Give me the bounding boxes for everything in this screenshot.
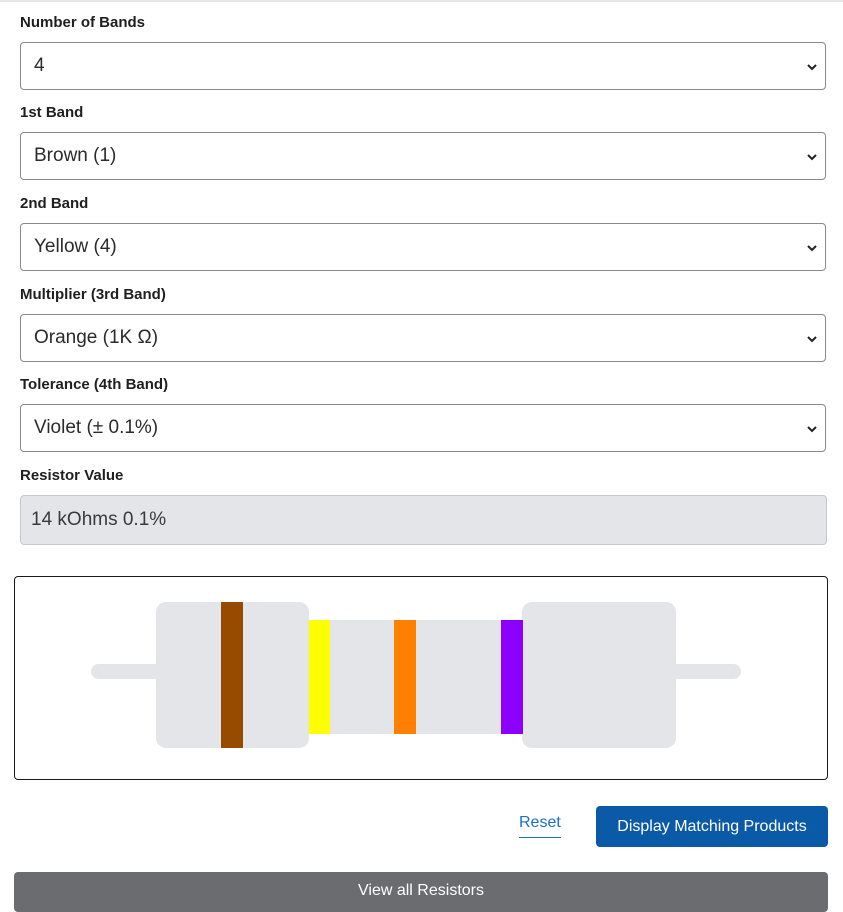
number-of-bands-label: Number of Bands [20, 14, 146, 31]
tolerance-stripe [501, 620, 523, 734]
resistor-value-field: 14 kOhms 0.1% [20, 495, 827, 545]
multiplier-label: Multiplier (3rd Band) [20, 286, 166, 303]
first-band-value: Brown (1) [34, 145, 117, 166]
multiplier-stripe [394, 620, 416, 734]
first-band-select[interactable]: Brown (1) [20, 132, 826, 180]
reset-link[interactable]: Reset [519, 814, 561, 838]
multiplier-value: Orange (1K Ω) [34, 327, 159, 348]
second-band-value: Yellow (4) [34, 236, 117, 257]
resistor-graphic [91, 602, 741, 748]
chevron-down-icon [807, 426, 817, 433]
multiplier-select[interactable]: Orange (1K Ω) [20, 314, 826, 362]
tolerance-label: Tolerance (4th Band) [20, 376, 169, 393]
chevron-down-icon [807, 336, 817, 343]
resistor-value-text: 14 kOhms 0.1% [31, 509, 167, 530]
second-band-label: 2nd Band [20, 195, 89, 212]
band-2-stripe [309, 620, 330, 734]
resistor-value-label: Resistor Value [20, 467, 124, 484]
view-all-resistors-button[interactable]: View all Resistors [14, 872, 828, 912]
number-of-bands-value: 4 [34, 55, 45, 76]
band-1-stripe [221, 602, 243, 748]
tolerance-value: Violet (± 0.1%) [34, 417, 159, 438]
chevron-down-icon [807, 64, 817, 71]
number-of-bands-select[interactable]: 4 [20, 42, 826, 90]
first-band-label: 1st Band [20, 104, 84, 121]
chevron-down-icon [807, 154, 817, 161]
tolerance-select[interactable]: Violet (± 0.1%) [20, 404, 826, 452]
chevron-down-icon [807, 245, 817, 252]
display-matching-products-button[interactable]: Display Matching Products [596, 806, 828, 847]
second-band-select[interactable]: Yellow (4) [20, 223, 826, 271]
top-divider [0, 0, 843, 2]
resistor-illustration [14, 576, 828, 780]
resistor-right-cap [522, 602, 676, 748]
